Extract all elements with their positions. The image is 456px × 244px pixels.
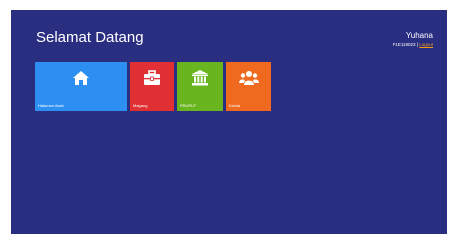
app-screen: Selamat Datang Yuhana F1E119023 | Logout… <box>11 10 447 234</box>
logout-link[interactable]: Logout <box>419 42 433 47</box>
tile-label: Kelola <box>229 103 241 108</box>
page-title: Selamat Datang <box>36 29 144 46</box>
home-icon <box>72 70 90 91</box>
users-icon <box>238 70 259 91</box>
user-name: Yuhana <box>405 31 433 40</box>
tile-halaman-awal[interactable]: Halaman Awal <box>35 62 127 111</box>
briefcase-icon <box>143 70 161 91</box>
tile-magang[interactable]: Magang <box>130 62 174 111</box>
tile-pruplp[interactable]: PRUPLP <box>177 62 223 111</box>
user-id: F1E119023 <box>392 42 416 47</box>
user-meta: F1E119023 | Logout <box>393 41 433 48</box>
tile-kelola[interactable]: Kelola <box>226 62 271 111</box>
tile-label: PRUPLP <box>180 103 197 108</box>
user-info: Yuhana F1E119023 | Logout <box>393 31 433 48</box>
tile-label: Halaman Awal <box>38 103 64 108</box>
institution-icon <box>191 70 209 91</box>
tile-label: Magang <box>133 103 148 108</box>
